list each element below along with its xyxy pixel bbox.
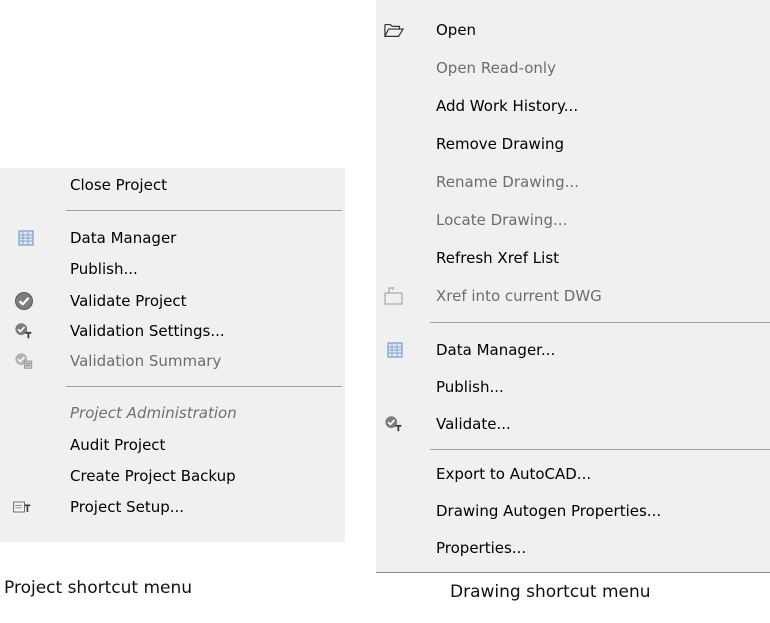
menu-item-publish[interactable]: Publish... xyxy=(0,254,345,284)
menu-item-xref-into-current-dwg[interactable]: Xref into current DWG xyxy=(376,281,770,311)
menu-item-drawing-autogen-properties[interactable]: Drawing Autogen Properties... xyxy=(376,496,770,526)
open-folder-icon xyxy=(384,20,404,40)
menu-item-label: Properties... xyxy=(436,539,527,557)
menu-item-label: Rename Drawing... xyxy=(436,173,579,191)
project-setup-icon xyxy=(12,497,32,517)
menu-item-label: Open Read-only xyxy=(436,59,556,77)
drawing-menu-caption: Drawing shortcut menu xyxy=(450,582,651,602)
menu-item-label: Validate... xyxy=(436,415,511,433)
menu-item-label: Open xyxy=(436,21,477,39)
menu-item-label: Drawing Autogen Properties... xyxy=(436,502,662,520)
menu-item-open[interactable]: Open xyxy=(376,15,770,45)
validation-settings-icon xyxy=(14,321,34,341)
menu-item-refresh-xref-list[interactable]: Refresh Xref List xyxy=(376,243,770,273)
menu-item-publish[interactable]: Publish... xyxy=(376,372,770,402)
menu-item-validation-summary[interactable]: Validation Summary xyxy=(0,346,345,376)
menu-item-label: Publish... xyxy=(436,378,504,396)
menu-separator xyxy=(430,322,770,323)
menu-item-label: Data Manager... xyxy=(436,341,556,359)
menu-item-validate-project[interactable]: Validate Project xyxy=(0,286,345,316)
menu-separator xyxy=(66,210,342,211)
menu-item-locate-drawing[interactable]: Locate Drawing... xyxy=(376,205,770,235)
project-shortcut-menu: Close Project Data Manager Publish... Va… xyxy=(0,168,345,542)
xref-icon xyxy=(384,286,404,306)
validation-summary-icon xyxy=(14,351,34,371)
menu-item-close-project[interactable]: Close Project xyxy=(0,170,345,200)
menu-item-data-manager[interactable]: Data Manager... xyxy=(376,335,770,365)
menu-item-export-to-autocad[interactable]: Export to AutoCAD... xyxy=(376,459,770,489)
menu-item-label: Project Setup... xyxy=(70,498,185,516)
validate-check-icon xyxy=(14,291,34,311)
menu-item-label: Validate Project xyxy=(70,292,187,310)
menu-item-label: Data Manager xyxy=(70,229,177,247)
data-manager-icon xyxy=(16,228,36,248)
menu-item-project-setup[interactable]: Project Setup... xyxy=(0,492,345,522)
validation-settings-icon xyxy=(384,414,404,434)
drawing-shortcut-menu: Open Open Read-only Add Work History... … xyxy=(376,0,770,572)
menu-header-label: Project Administration xyxy=(70,404,237,422)
menu-item-open-read-only[interactable]: Open Read-only xyxy=(376,53,770,83)
menu-item-remove-drawing[interactable]: Remove Drawing xyxy=(376,129,770,159)
menu-bottom-border xyxy=(376,572,770,573)
menu-item-label: Audit Project xyxy=(70,436,166,454)
menu-item-add-work-history[interactable]: Add Work History... xyxy=(376,91,770,121)
menu-item-label: Publish... xyxy=(70,260,138,278)
menu-item-data-manager[interactable]: Data Manager xyxy=(0,223,345,253)
menu-item-label: Create Project Backup xyxy=(70,467,236,485)
menu-item-create-project-backup[interactable]: Create Project Backup xyxy=(0,461,345,491)
menu-separator xyxy=(66,386,342,387)
menu-item-label: Close Project xyxy=(70,176,167,194)
menu-item-audit-project[interactable]: Audit Project xyxy=(0,430,345,460)
menu-header-project-administration: Project Administration xyxy=(0,398,345,428)
menu-item-label: Refresh Xref List xyxy=(436,249,560,267)
project-menu-caption: Project shortcut menu xyxy=(4,578,193,598)
menu-separator xyxy=(430,449,770,450)
menu-item-label: Validation Summary xyxy=(70,352,222,370)
menu-item-properties[interactable]: Properties... xyxy=(376,533,770,563)
menu-item-rename-drawing[interactable]: Rename Drawing... xyxy=(376,167,770,197)
menu-item-label: Add Work History... xyxy=(436,97,579,115)
menu-item-label: Locate Drawing... xyxy=(436,211,568,229)
menu-item-label: Export to AutoCAD... xyxy=(436,465,592,483)
menu-item-validate[interactable]: Validate... xyxy=(376,409,770,439)
menu-item-label: Remove Drawing xyxy=(436,135,565,153)
menu-item-label: Validation Settings... xyxy=(70,322,225,340)
menu-item-validation-settings[interactable]: Validation Settings... xyxy=(0,316,345,346)
data-manager-icon xyxy=(385,340,405,360)
menu-item-label: Xref into current DWG xyxy=(436,287,602,305)
